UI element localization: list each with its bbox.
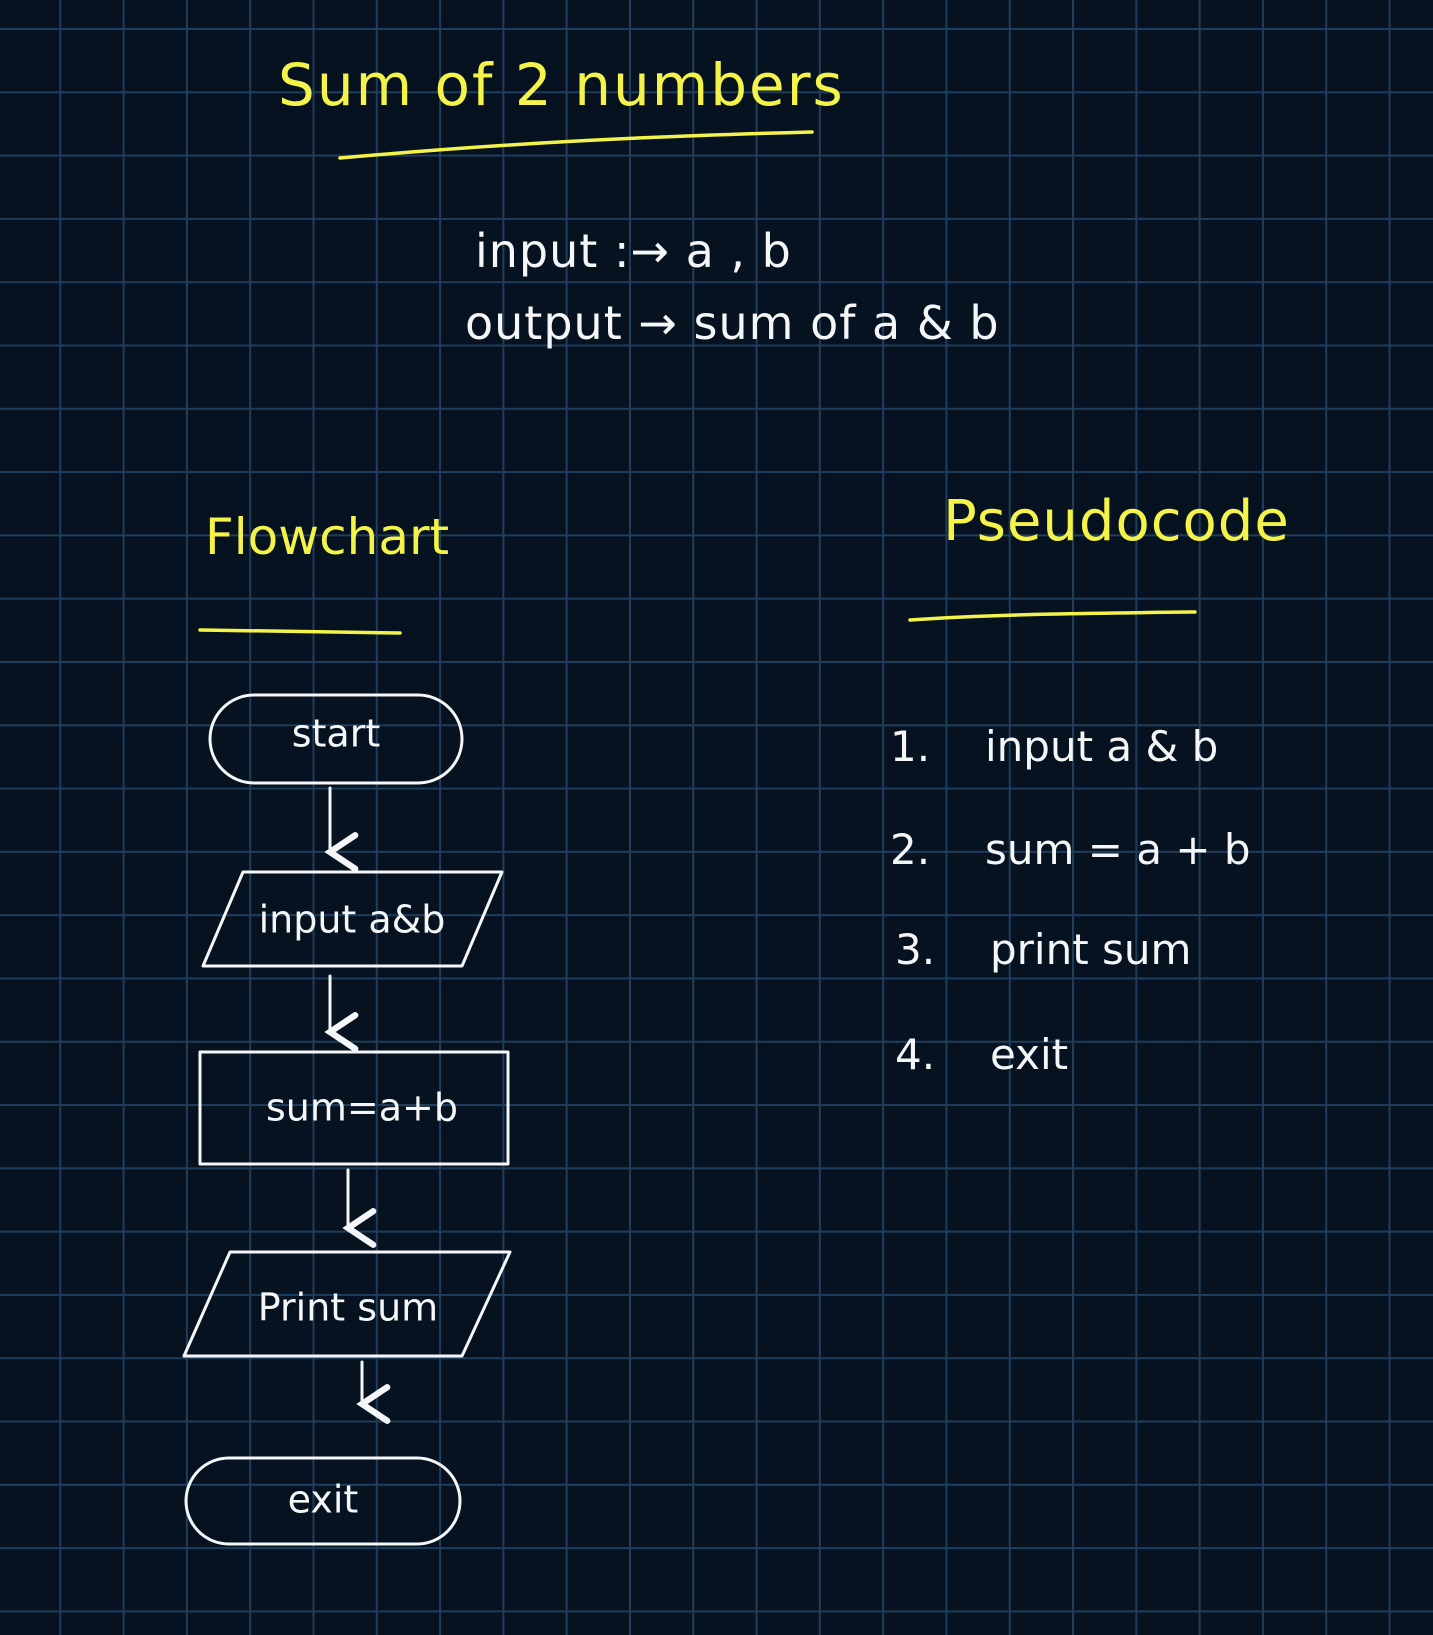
print-node-label: Print sum [258,1286,438,1330]
step-number: 1. [890,722,931,771]
start-node-label: start [292,712,381,756]
flowchart-underline [198,628,402,635]
step-text: print sum [990,925,1192,974]
exit-node-label: exit [288,1478,359,1522]
step-text: exit [990,1030,1069,1079]
pseudocode-step: 1. input a & b [890,722,1218,771]
step-number: 4. [895,1030,936,1079]
process-node-label: sum=a+b [266,1086,458,1130]
step-text: input a & b [985,722,1219,771]
pseudocode-step: 3. print sum [895,925,1191,974]
input-node-label: input a&b [259,898,446,942]
step-text: sum = a + b [985,825,1251,874]
pseudocode-step: 4. exit [895,1030,1068,1079]
flowchart-diagram: start input a&b sum=a+b Print sum exit [182,130,1197,1546]
step-number: 2. [890,825,931,874]
title-underline [338,130,814,160]
pseudocode-step: 2. sum = a + b [890,825,1251,874]
step-number: 3. [895,925,936,974]
pseudocode-underline [908,610,1197,622]
